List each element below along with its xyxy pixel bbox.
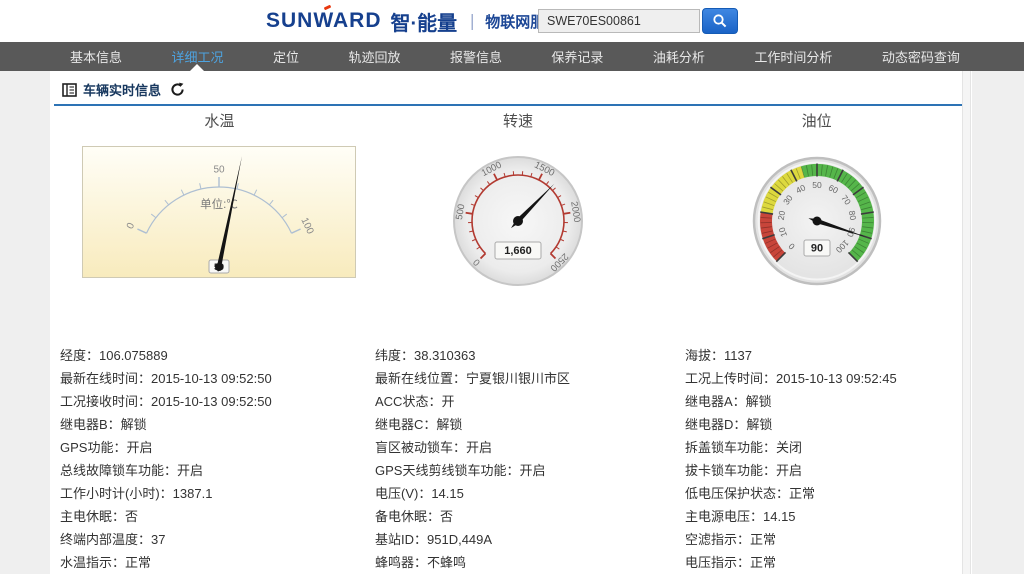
info-column-1: 经度：106.075889最新在线时间：2015-10-13 09:52:50工…: [60, 344, 375, 574]
gauge-rpm: 转速 050010001500200025001,660: [369, 112, 668, 296]
gauge-water-temp: 水温 050100单位:℃59: [70, 112, 369, 296]
nav-item-8[interactable]: 工作时间分析: [754, 42, 832, 71]
main-nav: 基本信息 详细工况 定位 轨迹回放 报警信息 保养记录 油耗分析 工作时间分析 动态密码查询: [0, 42, 1024, 71]
content-area: 车辆实时信息 水温 050100单位:℃59 转速 05001000150020…: [0, 71, 1024, 574]
brand-divider: ｜: [464, 9, 480, 33]
search-button[interactable]: [702, 8, 738, 34]
info-row: 继电器B：解锁: [60, 413, 375, 436]
info-row: 电压指示：正常: [685, 551, 972, 574]
top-header: SUNWARD 智·能量 ｜ 物联网服务平台: [0, 0, 1024, 42]
vehicle-search: [538, 8, 738, 34]
nav-item-5[interactable]: 报警信息: [450, 42, 502, 71]
info-row: 纬度：38.310363: [375, 344, 685, 367]
info-row: 拔卡锁车功能：开启: [685, 459, 972, 482]
fuel-gauge: 010203040506070809010090: [742, 146, 892, 296]
info-column-3: 海拔：1137工况上传时间：2015-10-13 09:52:45继电器A：解锁…: [685, 344, 972, 574]
gauge-fuel: 油位 010203040506070809010090: [667, 112, 966, 296]
info-row: 空滤指示：正常: [685, 528, 972, 551]
nav-item-4[interactable]: 轨迹回放: [348, 42, 400, 71]
info-row: 水温指示：正常: [60, 551, 375, 574]
active-tab-caret: [190, 64, 204, 71]
nav-item-7[interactable]: 油耗分析: [653, 42, 705, 71]
nav-item-1[interactable]: 基本信息: [70, 42, 122, 71]
info-row: GPS功能：开启: [60, 436, 375, 459]
info-row: 工作小时计(小时)：1387.1: [60, 482, 375, 505]
info-row: 工况上传时间：2015-10-13 09:52:45: [685, 367, 972, 390]
search-input[interactable]: [538, 9, 700, 33]
section-header: 车辆实时信息: [54, 71, 968, 106]
svg-text:50: 50: [214, 165, 226, 176]
info-row: 经度：106.075889: [60, 344, 375, 367]
info-column-2: 纬度：38.310363最新在线位置：宁夏银川银川市区ACC状态：开继电器C：解…: [375, 344, 685, 574]
info-row: 蜂鸣器：不蜂鸣: [375, 551, 685, 574]
scrollbar-track[interactable]: [962, 71, 971, 574]
search-icon: [712, 13, 728, 29]
brand-text: SUNWARD: [266, 9, 382, 32]
gauge-value-text: 90: [811, 243, 823, 255]
info-grid: 经度：106.075889最新在线时间：2015-10-13 09:52:50工…: [50, 344, 972, 574]
gauge-fuel-title: 油位: [802, 112, 832, 132]
rpm-gauge: 050010001500200025001,660: [443, 146, 593, 296]
gauge-row: 水温 050100单位:℃59 转速 050010001500200025001…: [50, 112, 972, 296]
brand-sunward: SUNWARD: [266, 9, 382, 33]
book-icon: [62, 83, 77, 97]
info-row: 基站ID：951D,449A: [375, 528, 685, 551]
info-row: 盲区被动锁车：开启: [375, 436, 685, 459]
brand-cn: 智·能量: [391, 7, 458, 36]
water-temp-gauge: 050100单位:℃59: [82, 146, 356, 278]
nav-item-9[interactable]: 动态密码查询: [882, 42, 960, 71]
info-row: 电压(V)：14.15: [375, 482, 685, 505]
refresh-icon[interactable]: [170, 82, 185, 97]
info-row: 主电休眠：否: [60, 505, 375, 528]
info-row: 继电器A：解锁: [685, 390, 972, 413]
info-row: 最新在线位置：宁夏银川银川市区: [375, 367, 685, 390]
info-row: 低电压保护状态：正常: [685, 482, 972, 505]
info-row: 主电源电压：14.15: [685, 505, 972, 528]
content-panel: 车辆实时信息 水温 050100单位:℃59 转速 05001000150020…: [50, 71, 972, 574]
info-row: 总线故障锁车功能：开启: [60, 459, 375, 482]
info-row: 继电器C：解锁: [375, 413, 685, 436]
info-row: 继电器D：解锁: [685, 413, 972, 436]
info-row: 工况接收时间：2015-10-13 09:52:50: [60, 390, 375, 413]
svg-text:80: 80: [847, 210, 858, 221]
nav-list: 基本信息 详细工况 定位 轨迹回放 报警信息 保养记录 油耗分析 工作时间分析 动态密码查询: [0, 42, 1024, 71]
nav-item-2[interactable]: 详细工况: [171, 42, 223, 71]
gauge-value-text: 1,660: [504, 245, 532, 257]
section-title: 车辆实时信息: [83, 80, 161, 99]
nav-item-6[interactable]: 保养记录: [551, 42, 603, 71]
svg-text:50: 50: [812, 180, 822, 190]
info-row: GPS天线剪线锁车功能：开启: [375, 459, 685, 482]
gauge-water-title: 水温: [204, 112, 234, 132]
info-row: ACC状态：开: [375, 390, 685, 413]
info-row: 拆盖锁车功能：关闭: [685, 436, 972, 459]
info-row: 备电休眠：否: [375, 505, 685, 528]
info-row: 终端内部温度：37: [60, 528, 375, 551]
nav-item-3[interactable]: 定位: [273, 42, 299, 71]
info-row: 最新在线时间：2015-10-13 09:52:50: [60, 367, 375, 390]
info-row: 海拔：1137: [685, 344, 972, 367]
gauge-rpm-title: 转速: [503, 112, 533, 132]
svg-text:20: 20: [775, 210, 786, 221]
